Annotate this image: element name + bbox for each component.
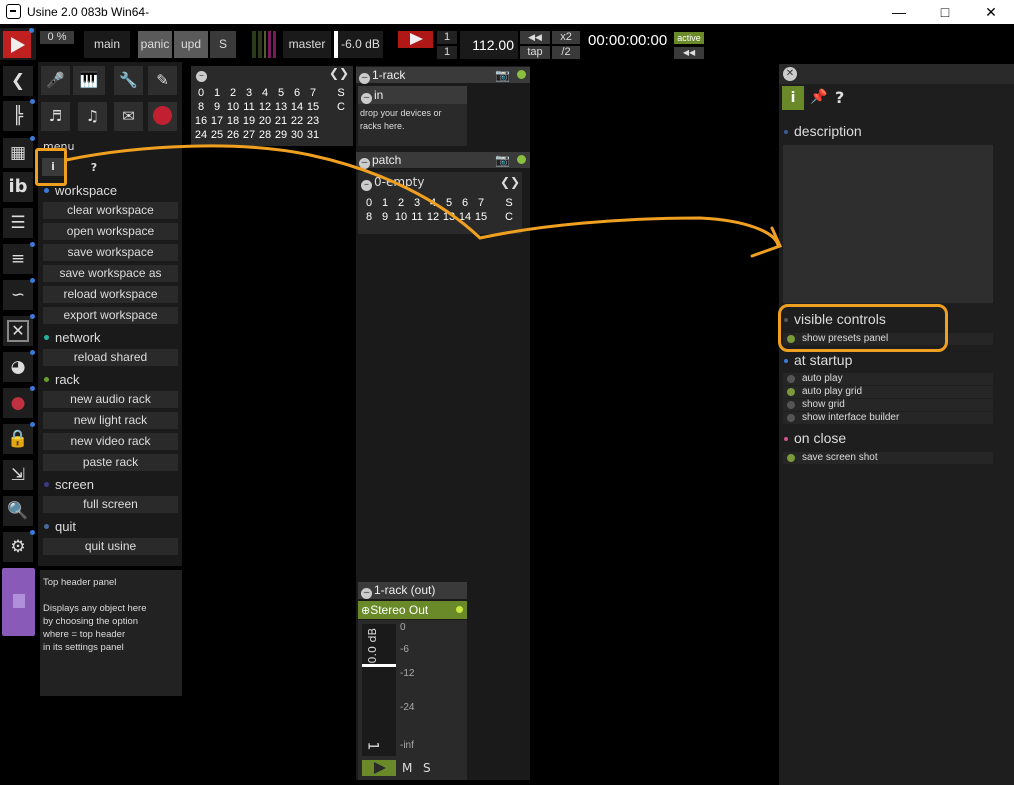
annotation-arrow <box>64 144 783 258</box>
